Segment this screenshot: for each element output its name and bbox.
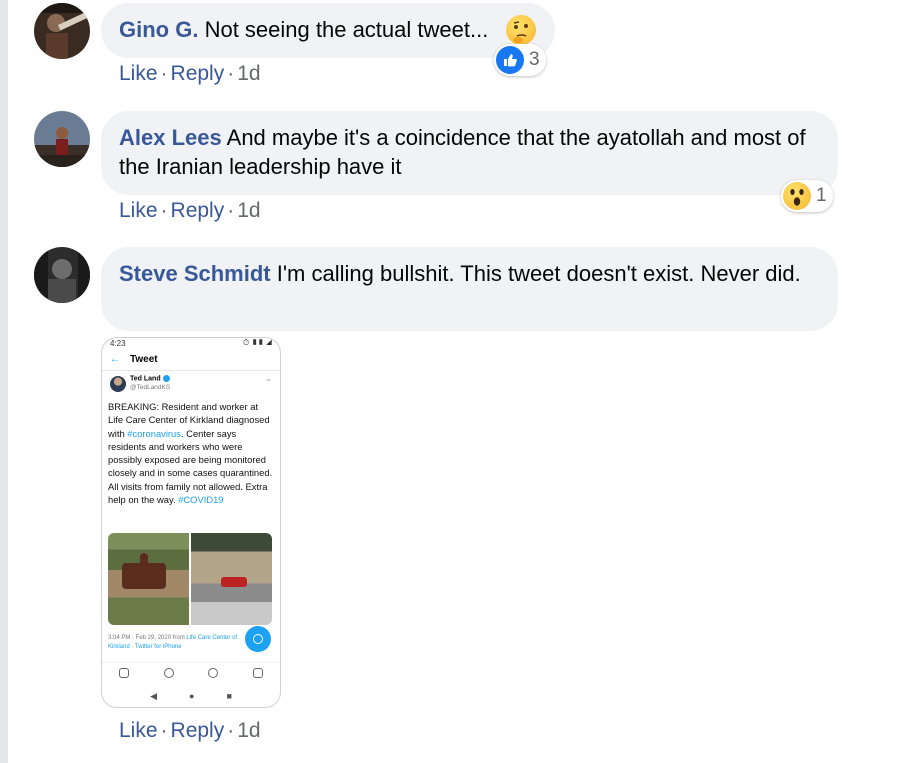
attached-tweet-screenshot[interactable]: 4:23 ⏱ ▮▮ ◢ ← Tweet Ted Land @TedLandKS ⌄…: [101, 337, 281, 708]
phone-status-time: 4:23: [110, 339, 126, 348]
comment-bubble-gino: Gino G. Not seeing the actual tweet...: [101, 3, 555, 58]
reaction-count: 1: [816, 185, 827, 206]
tweet-author-handle: @TedLandKS: [130, 384, 171, 391]
reaction-count: 3: [529, 49, 540, 70]
verified-badge-icon: [162, 375, 170, 382]
tweet-photo-building: [191, 533, 272, 625]
hashtag: #COVID19: [178, 494, 224, 506]
comment-actions: Like · Reply · 1d: [119, 62, 261, 85]
phone-system-nav: ◀ ● ■: [102, 688, 280, 704]
tweet-author-name-text: Ted Land: [130, 375, 161, 383]
compose-fab-icon: [245, 626, 271, 652]
like-reaction-icon: [496, 46, 524, 74]
comment-timestamp[interactable]: 1d: [237, 199, 260, 222]
tweet-header: ← Tweet: [110, 354, 158, 365]
messages-tab-icon: [252, 668, 263, 678]
home-nav-icon: ●: [189, 691, 195, 701]
tweet-meta: 3:04 PM · Feb 29, 2020 from Life Care Ce…: [108, 634, 243, 652]
hashtag: #coronavirus: [127, 427, 181, 439]
tweet-author-avatar: [110, 376, 126, 392]
divider: [102, 370, 280, 371]
like-link[interactable]: Like: [119, 199, 158, 222]
tweet-photo-sign: [108, 533, 189, 625]
search-tab-icon: [163, 668, 174, 678]
comment-author[interactable]: Gino G.: [119, 17, 198, 42]
tweet-body: BREAKING: Resident and worker at Life Ca…: [108, 400, 274, 506]
like-link[interactable]: Like: [119, 62, 158, 85]
avatar-steve[interactable]: [34, 247, 90, 303]
comment-bubble-steve: Steve Schmidt I'm calling bullshit. This…: [101, 247, 838, 331]
avatar-gino[interactable]: [34, 3, 90, 59]
tweet-meta-app: Twitter for iPhone: [134, 644, 182, 650]
left-divider: [0, 0, 8, 763]
phone-tab-bar: [102, 662, 280, 683]
comment-bubble-alex: Alex Lees And maybe it's a coincidence t…: [101, 111, 838, 195]
recents-nav-icon: ■: [226, 691, 232, 701]
chevron-down-icon: ⌄: [265, 374, 272, 383]
reply-link[interactable]: Reply: [171, 62, 225, 85]
wow-reaction-icon: [783, 182, 811, 210]
thinking-face-emoji-icon: [506, 15, 536, 45]
reply-link[interactable]: Reply: [171, 199, 225, 222]
tweet-header-label: Tweet: [130, 354, 158, 365]
reply-link[interactable]: Reply: [171, 719, 225, 742]
comment-actions: Like · Reply · 1d: [119, 199, 261, 222]
comment-text: I'm calling bullshit. This tweet doesn't…: [276, 261, 801, 286]
notifications-tab-icon: [208, 668, 219, 678]
comment-timestamp[interactable]: 1d: [237, 719, 260, 742]
reaction-summary[interactable]: 3: [494, 44, 546, 76]
back-arrow-icon: ←: [110, 354, 120, 365]
car-graphic: [221, 577, 247, 587]
home-tab-icon: [119, 668, 130, 678]
comment-actions: Like · Reply · 1d: [119, 719, 261, 742]
comment-author[interactable]: Steve Schmidt: [119, 261, 271, 286]
phone-status-icons: ⏱ ▮▮ ◢: [243, 338, 272, 347]
tweet-meta-time: 3:04 PM · Feb 29, 2020 from: [108, 635, 187, 641]
reaction-summary[interactable]: 1: [781, 180, 833, 212]
comment-text: Not seeing the actual tweet...: [204, 17, 489, 42]
tweet-author-name: Ted Land: [130, 375, 170, 382]
comment-author[interactable]: Alex Lees: [119, 125, 222, 150]
back-nav-icon: ◀: [150, 690, 158, 701]
comment-timestamp[interactable]: 1d: [237, 62, 260, 85]
avatar-alex[interactable]: [34, 111, 90, 167]
comment-text: And maybe it's a coincidence that the ay…: [119, 125, 806, 179]
like-link[interactable]: Like: [119, 719, 158, 742]
sign-graphic: [122, 553, 166, 589]
